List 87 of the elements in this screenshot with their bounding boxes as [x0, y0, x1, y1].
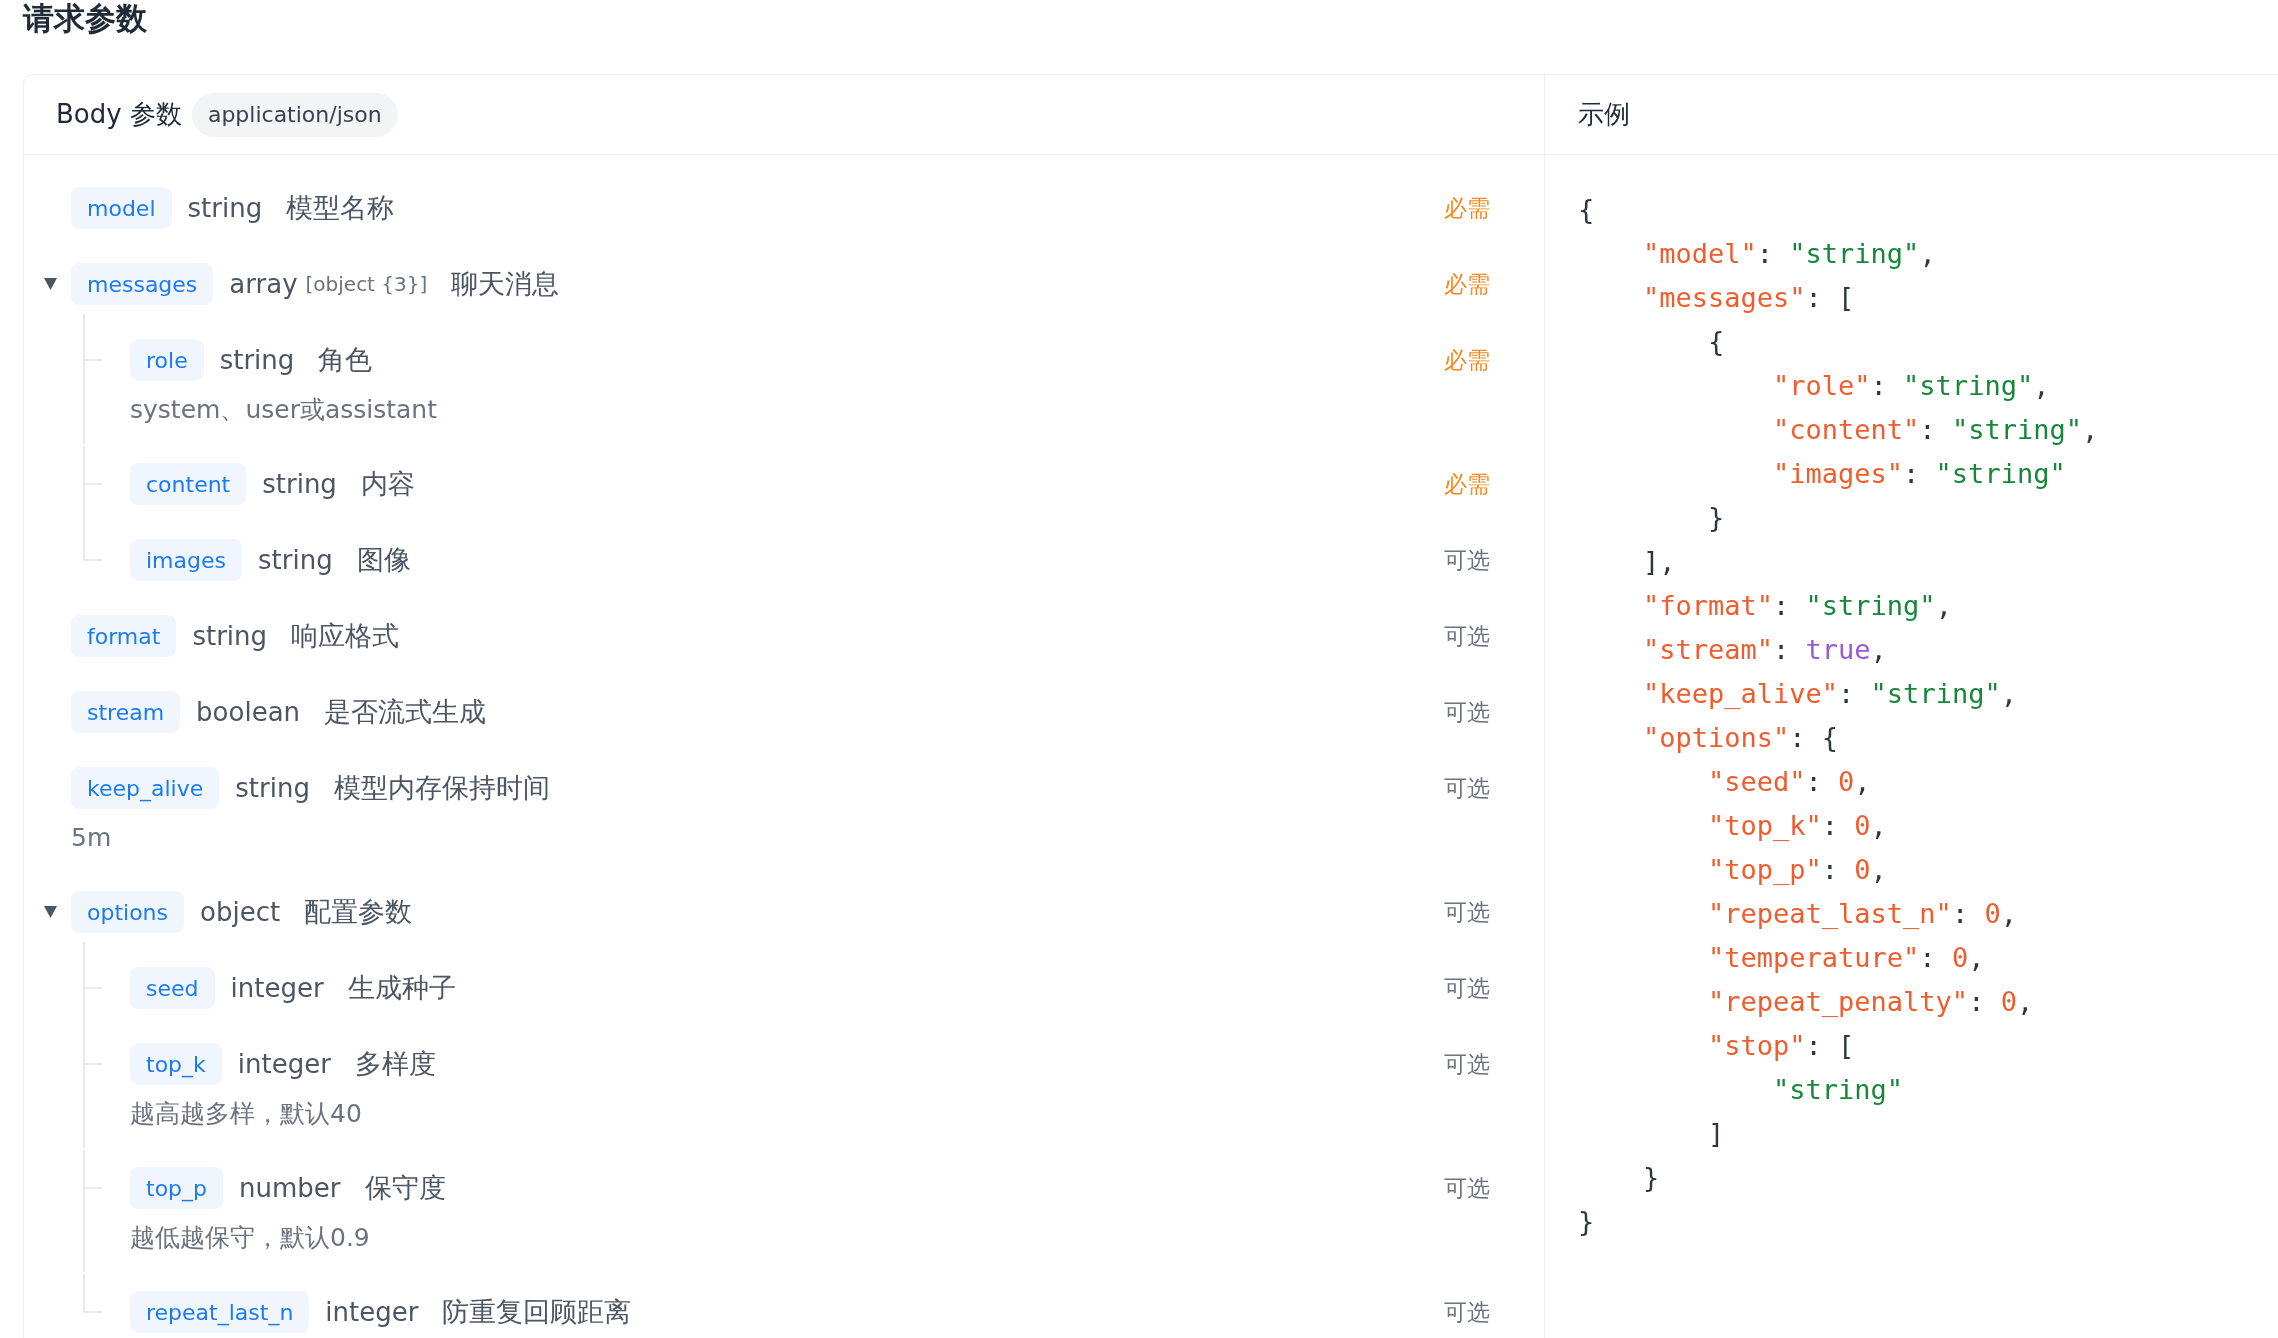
- requirement-label: 可选: [1444, 1173, 1490, 1203]
- param-name-tag: content: [130, 463, 247, 505]
- param-title: 防重复回顾距离: [442, 1295, 632, 1329]
- param-name-tag: role: [130, 339, 204, 381]
- section-title: 请求参数: [23, 0, 147, 36]
- requirement-label: 可选: [1444, 545, 1490, 575]
- code-line: "top_k": 0,: [1708, 809, 1887, 843]
- param-type: object: [200, 897, 281, 927]
- param-title: 保守度: [364, 1171, 446, 1205]
- param-title: 多样度: [354, 1047, 436, 1081]
- param-type: integer: [325, 1297, 419, 1327]
- code-line: "options": {: [1643, 721, 1839, 755]
- param-name-tag: model: [71, 187, 172, 229]
- code-line: ]: [1708, 1117, 1725, 1151]
- code-line: "messages": [: [1643, 281, 1855, 315]
- param-name-tag: images: [130, 539, 242, 581]
- param-title: 模型名称: [286, 191, 395, 225]
- requirement-label: 必需: [1444, 269, 1490, 299]
- param-title: 图像: [356, 543, 411, 577]
- param-description: 越低越保守，默认0.9: [130, 1223, 370, 1252]
- param-type: array: [229, 269, 298, 299]
- param-name-tag: messages: [71, 263, 214, 305]
- code-line: "seed": 0,: [1708, 765, 1871, 799]
- param-title: 响应格式: [291, 619, 400, 653]
- param-name-tag: top_p: [130, 1167, 223, 1209]
- param-type: string: [258, 545, 333, 575]
- code-line: "content": "string",: [1773, 413, 2099, 447]
- param-description: 5m: [71, 823, 112, 852]
- param-name-tag: options: [71, 891, 185, 933]
- param-type: string: [235, 773, 310, 803]
- param-name-tag: format: [71, 615, 177, 657]
- param-type: string: [192, 621, 268, 651]
- caret-icon[interactable]: [44, 278, 57, 290]
- param-type: string: [187, 193, 263, 223]
- code-line: "top_p": 0,: [1708, 853, 1887, 887]
- param-type: number: [239, 1173, 341, 1203]
- param-type: string: [262, 469, 337, 499]
- code-line: "repeat_penalty": 0,: [1708, 985, 2034, 1019]
- requirement-label: 可选: [1444, 621, 1490, 651]
- code-line: "format": "string",: [1643, 589, 1952, 623]
- caret-icon[interactable]: [44, 906, 57, 918]
- param-name-tag: top_k: [130, 1043, 222, 1085]
- code-line: }: [1708, 501, 1725, 535]
- param-description: system、user或assistant: [130, 395, 438, 424]
- code-line: }: [1643, 1161, 1660, 1195]
- param-type: string: [219, 345, 295, 375]
- code-line: {: [1708, 325, 1725, 359]
- param-title: 配置参数: [304, 895, 413, 929]
- param-title: 是否流式生成: [324, 695, 487, 729]
- param-type: boolean: [196, 697, 301, 727]
- param-description: 越高越多样，默认40: [130, 1099, 362, 1128]
- param-type-detail: [object {3}]: [305, 272, 428, 296]
- requirement-label: 必需: [1444, 469, 1490, 499]
- param-title: 内容: [360, 467, 415, 501]
- param-name-tag: keep_alive: [71, 767, 220, 809]
- param-name-tag: repeat_last_n: [130, 1291, 310, 1333]
- requirement-label: 必需: [1444, 193, 1490, 223]
- requirement-label: 可选: [1444, 697, 1490, 727]
- requirement-label: 可选: [1444, 1049, 1490, 1079]
- requirement-label: 可选: [1444, 897, 1490, 927]
- code-line: "role": "string",: [1773, 369, 2050, 403]
- content-type-tag: application/json: [191, 92, 398, 137]
- code-line: "model": "string",: [1643, 237, 1936, 271]
- panel-heading: Body 参数: [56, 98, 182, 131]
- requirement-label: 可选: [1444, 1297, 1490, 1327]
- param-title: 模型内存保持时间: [333, 771, 550, 805]
- requirement-label: 可选: [1444, 773, 1490, 803]
- code-line: {: [1578, 193, 1595, 227]
- code-line: "keep_alive": "string",: [1643, 677, 2017, 711]
- requirement-label: 可选: [1444, 973, 1490, 1003]
- code-line: "repeat_last_n": 0,: [1708, 897, 2017, 931]
- code-line: "images": "string": [1773, 457, 2066, 491]
- code-line: "string": [1773, 1073, 1904, 1107]
- param-name-tag: seed: [130, 967, 215, 1009]
- param-type: integer: [230, 973, 324, 1003]
- param-title: 聊天消息: [451, 267, 560, 301]
- param-title: 生成种子: [347, 971, 456, 1005]
- code-line: }: [1578, 1205, 1595, 1239]
- code-line: "stop": [: [1708, 1029, 1855, 1063]
- code-line: "stream": true,: [1643, 633, 1887, 667]
- param-title: 角色: [318, 343, 373, 377]
- code-line: ],: [1643, 545, 1676, 579]
- example-heading: 示例: [1578, 98, 1630, 131]
- param-type: integer: [237, 1049, 331, 1079]
- requirement-label: 必需: [1444, 345, 1490, 375]
- code-line: "temperature": 0,: [1708, 941, 1985, 975]
- param-name-tag: stream: [71, 691, 181, 733]
